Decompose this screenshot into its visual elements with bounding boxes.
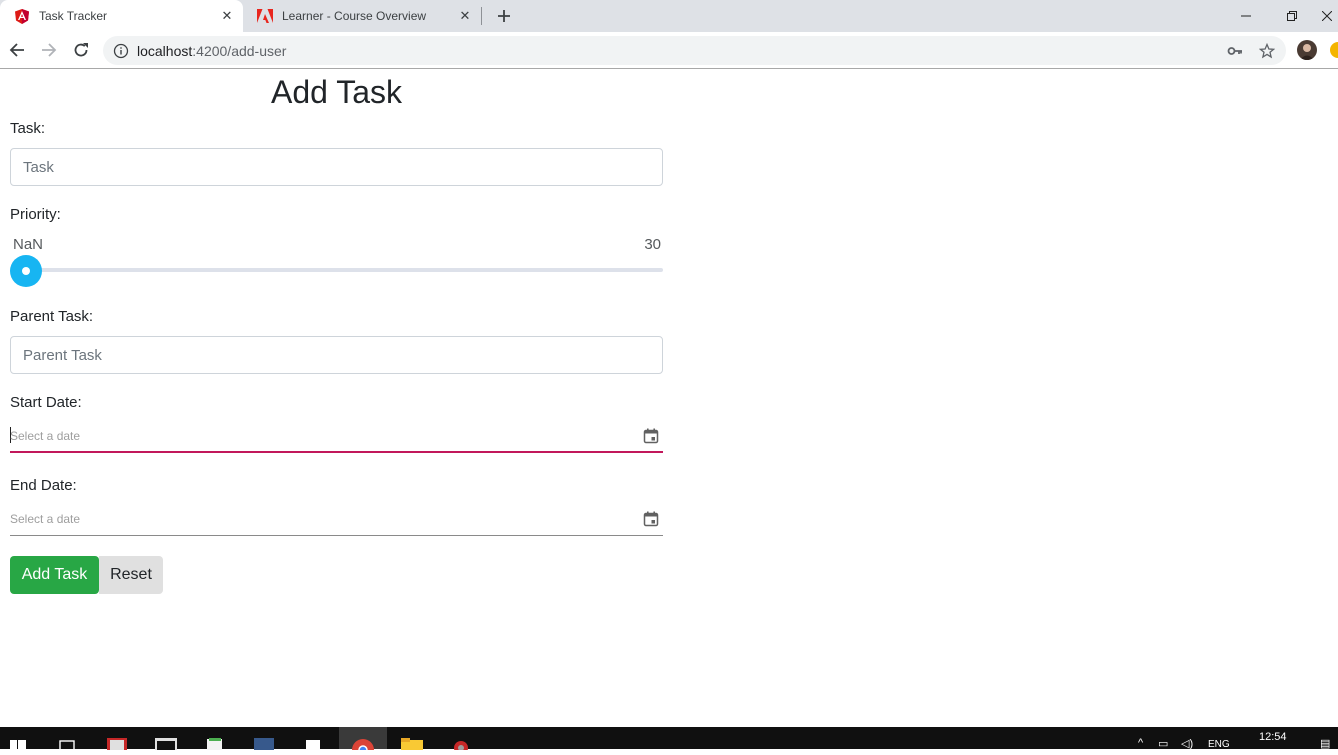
windows-taskbar: ^ ▭ ◁) ENG 12:54 ▤ (0, 727, 1338, 755)
key-icon[interactable] (1227, 43, 1243, 59)
profile-avatar[interactable] (1297, 40, 1317, 60)
close-icon[interactable]: ✕ (457, 8, 473, 24)
network-icon[interactable]: ▭ (1158, 737, 1168, 750)
parent-task-input[interactable] (10, 336, 663, 374)
language-indicator[interactable]: ENG (1208, 739, 1230, 750)
add-task-button[interactable]: Add Task (10, 556, 99, 594)
slider-track[interactable] (10, 268, 663, 272)
sql-icon[interactable] (253, 737, 275, 750)
tab-title: Task Tracker (39, 9, 108, 23)
volume-icon[interactable]: ◁) (1181, 737, 1193, 750)
task-label: Task: (10, 120, 46, 137)
app-icon-2[interactable] (450, 737, 472, 755)
restore-icon[interactable] (1269, 0, 1315, 32)
windows-start-icon[interactable] (8, 737, 28, 750)
close-icon[interactable]: ✕ (219, 8, 235, 24)
slider-min-label: NaN (13, 236, 44, 253)
task-input[interactable] (10, 148, 663, 186)
adobe-icon (257, 8, 273, 24)
slider-handle[interactable] (10, 255, 42, 287)
reload-icon[interactable] (69, 38, 93, 62)
notifications-icon[interactable]: ▤ (1320, 737, 1330, 750)
browser-toolbar: localhost:4200/add-user (0, 32, 1338, 69)
end-date-field[interactable]: Select a date (10, 502, 663, 536)
reset-button[interactable]: Reset (99, 556, 163, 594)
chrome-icon[interactable] (352, 737, 374, 755)
url-path: :4200/add-user (192, 42, 287, 59)
browser-tab-bar: Task Tracker ✕ Learner - Course Overview… (0, 0, 1338, 32)
tab-divider (481, 7, 482, 25)
tab-title: Learner - Course Overview (282, 9, 427, 23)
document-icon[interactable] (302, 737, 324, 750)
page-title: Add Task (270, 74, 403, 110)
app-icon-1[interactable] (106, 737, 128, 750)
address-url: localhost:4200/add-user (137, 43, 286, 59)
angular-icon (14, 8, 30, 24)
start-date-label: Start Date: (10, 394, 82, 411)
tab-learner-course-overview[interactable]: Learner - Course Overview ✕ (243, 0, 481, 32)
task-view-icon[interactable] (57, 737, 79, 751)
calendar-icon[interactable] (643, 428, 659, 444)
new-tab-icon[interactable] (494, 6, 514, 26)
minimize-icon[interactable] (1223, 0, 1269, 32)
star-icon[interactable] (1258, 42, 1276, 59)
priority-label: Priority: (10, 206, 61, 223)
parent-task-label: Parent Task: (10, 308, 94, 325)
back-icon[interactable] (5, 38, 29, 62)
url-host: localhost (137, 42, 193, 59)
tray-chevron-icon[interactable]: ^ (1138, 737, 1143, 749)
slider-max-label: 30 (644, 236, 661, 253)
address-bar[interactable]: localhost:4200/add-user (103, 36, 1286, 65)
terminal-icon[interactable] (155, 737, 177, 750)
start-date-placeholder: Select a date (10, 429, 81, 443)
tab-task-tracker[interactable]: Task Tracker ✕ (0, 0, 243, 32)
clock[interactable]: 12:54 (1259, 731, 1287, 743)
extension-icon[interactable] (1330, 42, 1338, 58)
window-close-icon[interactable] (1315, 0, 1338, 32)
forward-icon[interactable] (37, 38, 61, 62)
file-explorer-icon[interactable] (401, 737, 423, 750)
slider-handle-dot (22, 267, 30, 275)
start-date-field[interactable]: Select a date (10, 419, 663, 453)
page-content: Add Task Task: Priority: NaN 30 Parent T… (0, 70, 1338, 727)
priority-slider[interactable]: NaN 30 (10, 230, 663, 290)
end-date-placeholder: Select a date (10, 512, 81, 526)
calendar-icon[interactable] (643, 511, 659, 527)
end-date-label: End Date: (10, 477, 77, 494)
notepad-icon[interactable] (204, 737, 226, 750)
info-icon[interactable] (113, 43, 129, 59)
